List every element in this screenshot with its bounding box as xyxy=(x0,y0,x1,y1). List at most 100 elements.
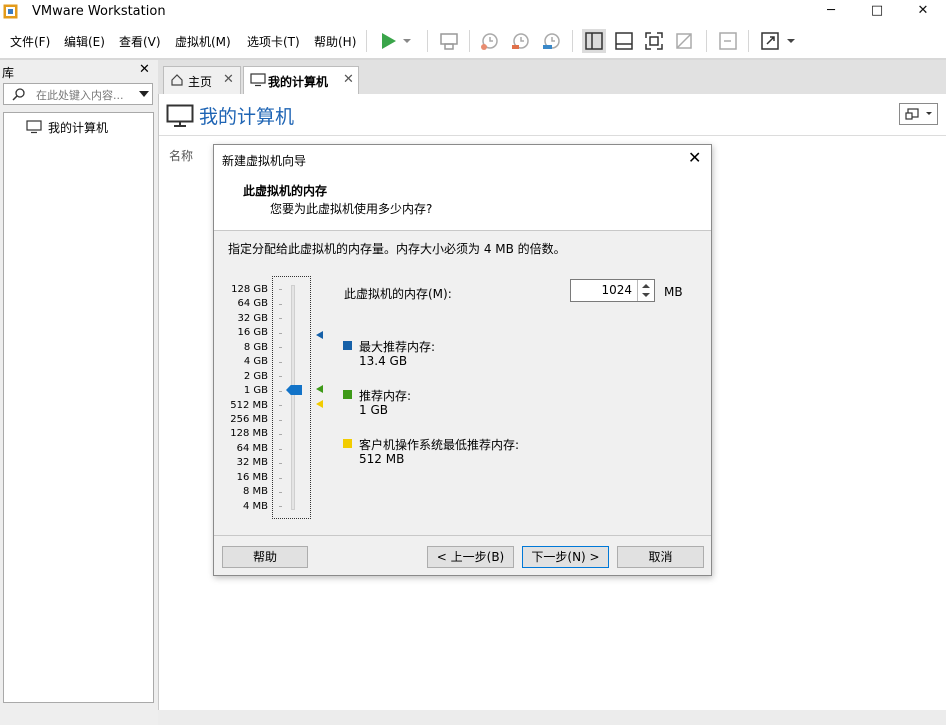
console-icon[interactable] xyxy=(716,29,740,53)
search-icon xyxy=(12,88,25,101)
slider-tick xyxy=(279,405,282,406)
view-mode-icon xyxy=(905,108,932,120)
slider-thumb[interactable] xyxy=(286,385,302,395)
min-recommended-label: 客户机操作系统最低推荐内存: xyxy=(359,438,520,452)
stretch-dropdown-icon[interactable] xyxy=(784,29,798,53)
cancel-button[interactable]: 取消 xyxy=(617,546,704,568)
show-library-icon[interactable] xyxy=(582,29,606,53)
search-dropdown-icon[interactable] xyxy=(139,87,149,101)
memory-value[interactable]: 1024 xyxy=(601,283,632,297)
max-recommended-value: 13.4 GB xyxy=(359,354,408,368)
toolbar-separator xyxy=(748,30,749,52)
scale-label: 64 MB xyxy=(236,443,268,454)
max-recommended-marker xyxy=(316,331,323,339)
new-vm-wizard-dialog: 新建虚拟机向导 ✕ 此虚拟机的内存 您要为此虚拟机使用多少内存? 指定分配给此虚… xyxy=(213,144,712,576)
close-window-button[interactable]: ✕ xyxy=(900,0,946,24)
thumbnail-bar-icon[interactable] xyxy=(612,29,636,53)
dialog-instructions: 指定分配给此虚拟机的内存量。内存大小必须为 4 MB 的倍数。 xyxy=(228,242,566,256)
slider-tick xyxy=(279,449,282,450)
send-keys-icon[interactable] xyxy=(437,29,461,53)
min-recommended-value: 512 MB xyxy=(359,452,405,466)
slider-tick xyxy=(279,391,282,392)
slider-tick xyxy=(279,492,282,493)
dialog-heading: 此虚拟机的内存 xyxy=(243,184,328,198)
play-dropdown-icon[interactable] xyxy=(400,29,414,53)
view-mode-button[interactable] xyxy=(899,103,938,125)
stretch-icon[interactable] xyxy=(758,29,782,53)
dialog-close-button[interactable]: ✕ xyxy=(688,148,701,167)
search-placeholder: 在此处键入内容... xyxy=(36,89,124,102)
unity-icon[interactable] xyxy=(672,29,696,53)
toolbar-separator xyxy=(366,30,367,52)
computer-icon xyxy=(26,120,42,134)
slider-tick xyxy=(279,420,282,421)
recommended-marker xyxy=(316,385,323,393)
spin-up-icon[interactable] xyxy=(642,284,650,288)
min-recommended-marker xyxy=(316,400,323,408)
scale-label: 4 MB xyxy=(242,501,268,512)
tab-close-button[interactable]: ✕ xyxy=(223,72,234,87)
help-button[interactable]: 帮助 xyxy=(222,546,308,568)
toolbar-separator xyxy=(469,30,470,52)
scale-label: 128 MB xyxy=(230,428,268,439)
recommended-label: 推荐内存: xyxy=(359,389,412,403)
slider-tick xyxy=(279,506,282,507)
memory-slider[interactable] xyxy=(272,276,311,519)
full-screen-icon[interactable] xyxy=(642,29,666,53)
dialog-header: 此虚拟机的内存 您要为此虚拟机使用多少内存? xyxy=(214,173,711,231)
scale-label: 2 GB xyxy=(243,371,268,382)
slider-tick xyxy=(279,434,282,435)
snapshot-manager-icon[interactable] xyxy=(540,29,564,53)
menu-vm[interactable]: 虚拟机(M) xyxy=(175,33,231,50)
slider-tick xyxy=(279,289,282,290)
menu-tabs[interactable]: 选项卡(T) xyxy=(247,33,300,50)
max-recommended-swatch xyxy=(343,341,352,350)
snapshot-icon[interactable] xyxy=(478,29,502,53)
library-close-button[interactable]: ✕ xyxy=(139,62,150,77)
library-panel: 库 ✕ 在此处键入内容... 我的计算机 xyxy=(0,60,158,725)
dialog-subheading: 您要为此虚拟机使用多少内存? xyxy=(270,202,433,216)
slider-tick xyxy=(279,318,282,319)
tab-close-button[interactable]: ✕ xyxy=(343,72,354,87)
tab-home[interactable]: 主页 ✕ xyxy=(163,66,241,94)
slider-tick xyxy=(279,333,282,334)
scale-label: 4 GB xyxy=(243,356,268,367)
scale-label: 64 GB xyxy=(237,298,268,309)
scale-label: 128 GB xyxy=(231,284,268,295)
slider-tick xyxy=(279,463,282,464)
minimize-button[interactable]: ─ xyxy=(808,0,854,24)
library-tree: 我的计算机 xyxy=(3,112,154,703)
menu-bar: 文件(F) 编辑(E) 查看(V) 虚拟机(M) 选项卡(T) 帮助(H) xyxy=(0,24,946,58)
scale-label: 256 MB xyxy=(230,414,268,425)
scale-label: 8 MB xyxy=(242,486,268,497)
back-button[interactable]: < 上一步(B) xyxy=(427,546,514,568)
tab-my-computer[interactable]: 我的计算机 ✕ xyxy=(243,66,359,94)
window-title: VMware Workstation xyxy=(32,4,166,19)
library-title: 库 xyxy=(2,66,15,80)
scale-label: 8 GB xyxy=(243,342,268,353)
next-button[interactable]: 下一步(N) > xyxy=(522,546,609,568)
slider-tick xyxy=(279,347,282,348)
memory-spinbox[interactable]: 1024 xyxy=(570,279,655,302)
scale-label: 32 MB xyxy=(236,457,268,468)
memory-spinner[interactable] xyxy=(637,280,654,301)
tree-item-label: 我的计算机 xyxy=(48,121,109,135)
column-header-name[interactable]: 名称 xyxy=(169,147,193,164)
play-icon[interactable] xyxy=(376,29,400,53)
maximize-button[interactable]: □ xyxy=(854,0,900,24)
menu-help[interactable]: 帮助(H) xyxy=(314,33,356,50)
computer-icon xyxy=(166,104,194,127)
dialog-title-bar: 新建虚拟机向导 ✕ xyxy=(214,145,711,173)
scale-label: 16 GB xyxy=(237,327,268,338)
toolbar-separator xyxy=(427,30,428,52)
scale-label: 16 MB xyxy=(236,472,268,483)
menu-file[interactable]: 文件(F) xyxy=(10,33,50,50)
scale-label: 512 MB xyxy=(230,400,268,411)
slider-track xyxy=(291,285,295,510)
menu-edit[interactable]: 编辑(E) xyxy=(64,33,105,50)
revert-snapshot-icon[interactable] xyxy=(509,29,533,53)
library-search-input[interactable]: 在此处键入内容... xyxy=(3,83,153,105)
tab-label: 我的计算机 xyxy=(268,75,329,89)
menu-view[interactable]: 查看(V) xyxy=(119,33,161,50)
spin-down-icon[interactable] xyxy=(642,293,650,297)
